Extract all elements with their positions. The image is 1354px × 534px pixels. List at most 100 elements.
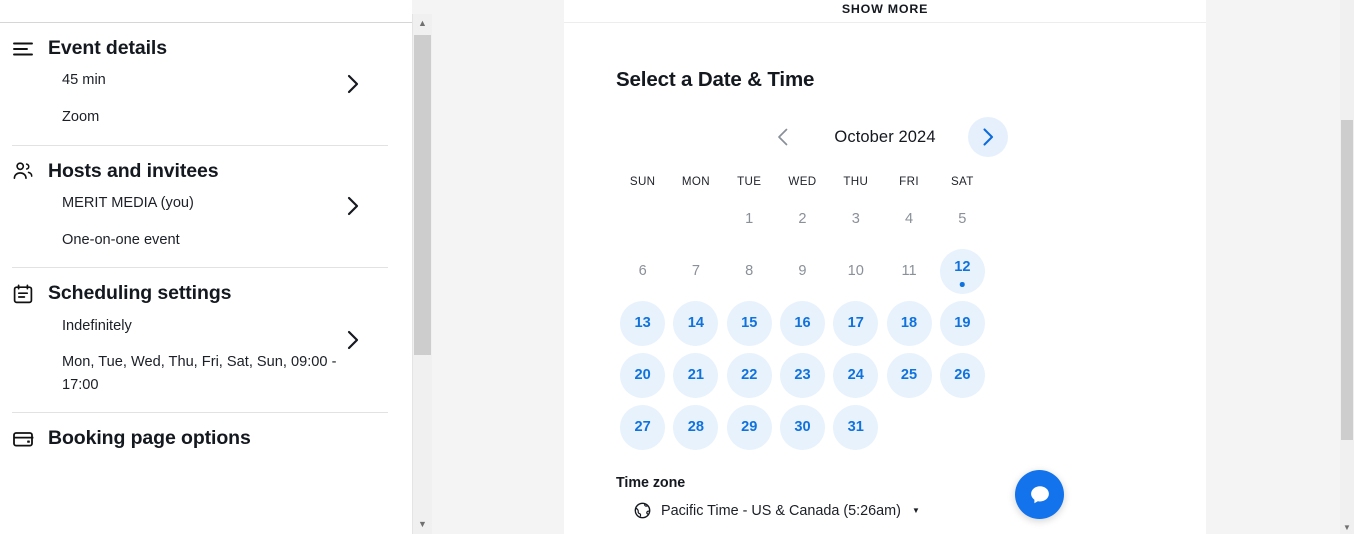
settings-section-detail: MERIT MEDIA (you) <box>62 195 194 211</box>
scroll-down-arrow-icon[interactable]: ▼ <box>413 515 432 534</box>
calendar-day-available[interactable]: 12 <box>939 248 985 294</box>
calendar-day-available[interactable]: 30 <box>779 404 825 450</box>
month-label: October 2024 <box>834 127 936 146</box>
calendar-day-available[interactable]: 16 <box>779 300 825 346</box>
calendar-day-disabled: 3 <box>851 211 860 227</box>
panel-scrollbar-thumb[interactable] <box>414 35 431 355</box>
today-indicator-dot <box>960 282 965 287</box>
settings-section[interactable]: Scheduling settings Indefinitely Mon, Tue,… <box>0 268 412 412</box>
calendar-weeks: 1 2 3 4 5 6 7 8 9 10 11 12 13 14 15 16 17 18 19 20 21 22 23 24 2… <box>616 193 1154 453</box>
calendar-cell: 24 <box>830 349 882 401</box>
calendar-day-available[interactable]: 31 <box>833 404 879 450</box>
timezone-value: Pacific Time - US & Canada (5:26am) <box>661 502 901 519</box>
users-icon <box>12 160 34 182</box>
calendar-cell: 28 <box>670 401 722 453</box>
settings-section-detail: Zoom <box>62 109 100 125</box>
settings-section[interactable]: Hosts and invitees MERIT MEDIA (you) One-o… <box>0 146 412 268</box>
calendar-cell: 18 <box>883 297 935 349</box>
calendar-cell: 4 <box>883 193 935 245</box>
calendar-day-available[interactable]: 29 <box>726 404 772 450</box>
calendar-cell: 22 <box>723 349 775 401</box>
page-title: Select a Date & Time <box>616 68 815 91</box>
timezone-selector[interactable]: Pacific Time - US & Canada (5:26am) ▼ <box>616 502 1154 519</box>
calendar-cell: 14 <box>670 297 722 349</box>
calendar-cell: 27 <box>617 401 669 453</box>
settings-section-header: Booking page options <box>12 427 388 450</box>
calendar-day-disabled: 8 <box>745 263 754 279</box>
calendar-cell: 13 <box>617 297 669 349</box>
calendar-day-disabled: 11 <box>901 263 917 279</box>
window-scrollbar[interactable]: ▼ <box>1340 0 1354 534</box>
calendar-day-disabled: 6 <box>638 263 647 279</box>
calendar-week-row: 20 21 22 23 24 25 26 <box>616 349 1154 401</box>
settings-section-detail: Mon, Tue, Wed, Thu, Fri, Sat, Sun, 09:00… <box>62 354 337 393</box>
settings-section-row[interactable]: Booking page options <box>12 413 388 475</box>
calendar-day-available[interactable]: 14 <box>673 300 719 346</box>
open-section-chevron[interactable] <box>342 73 364 95</box>
settings-section-row[interactable]: Scheduling settings Indefinitely Mon, Tue,… <box>12 268 388 412</box>
calendar-cell: 16 <box>777 297 829 349</box>
card-icon <box>12 428 34 450</box>
calendar-day-header: FRI <box>899 174 919 188</box>
chat-bubble-icon <box>1030 485 1049 503</box>
calendar-cell: 6 <box>617 245 669 297</box>
event-settings-panel: Event details 45 min Zoom Hosts and invitee… <box>0 0 412 534</box>
open-section-chevron[interactable] <box>342 195 364 217</box>
open-section-chevron[interactable] <box>342 329 364 351</box>
calendar-day-available[interactable]: 26 <box>939 352 985 398</box>
previous-month-button[interactable] <box>762 117 802 157</box>
calendar-cell: 1 <box>723 193 775 245</box>
settings-section-title: Booking page options <box>48 427 251 450</box>
calendar-cell: 2 <box>777 193 829 245</box>
calendar-cell: 30 <box>777 401 829 453</box>
calendar-day-disabled: 10 <box>847 263 864 279</box>
show-more-bar: SHOW MORE <box>564 0 1206 23</box>
calendar-cell: 21 <box>670 349 722 401</box>
calendar-cell: 20 <box>617 349 669 401</box>
calendar-day-available[interactable]: 25 <box>886 352 932 398</box>
settings-section-row[interactable]: Hosts and invitees MERIT MEDIA (you) One-o… <box>12 146 388 268</box>
settings-section[interactable]: Booking page options <box>0 413 412 475</box>
calendar-day-disabled: 7 <box>691 263 700 279</box>
calendar-cell: 29 <box>723 401 775 453</box>
calendar-day-available[interactable]: 21 <box>673 352 719 398</box>
calendar-cell: 7 <box>670 245 722 297</box>
panel-scrollbar[interactable]: ▲ ▼ <box>412 14 432 534</box>
chat-widget-button[interactable] <box>1015 470 1064 519</box>
calendar-cell: 26 <box>937 349 989 401</box>
settings-section[interactable]: Event details 45 min Zoom <box>0 23 412 145</box>
calendar-day-header: WED <box>788 174 817 188</box>
calendar-cell: 3 <box>830 193 882 245</box>
timezone-section: Time zone Pacific Time - US & Canada (5:… <box>616 475 1154 519</box>
calendar-day-available[interactable]: 15 <box>726 300 772 346</box>
calendar-day-header: TUE <box>737 174 762 188</box>
calendar-day-available[interactable]: 28 <box>673 404 719 450</box>
calendar-day-number: 12 <box>954 259 971 275</box>
calendar-day-headers: SUN MON TUE WED THU FRI SAT <box>616 169 1154 193</box>
calendar-cell: 19 <box>937 297 989 349</box>
calendar-cell <box>883 401 935 453</box>
calendar-day-available[interactable]: 22 <box>726 352 772 398</box>
calendar-day-header: SAT <box>950 174 974 188</box>
calendar-day-available[interactable]: 13 <box>620 300 666 346</box>
calendar-day-available[interactable]: 17 <box>833 300 879 346</box>
scroll-up-arrow-icon[interactable]: ▲ <box>413 14 432 33</box>
list-icon <box>12 38 34 60</box>
calendar-cell: 10 <box>830 245 882 297</box>
calendar-week-row: 13 14 15 16 17 18 19 <box>616 297 1154 349</box>
calendar-day-available[interactable]: 18 <box>886 300 932 346</box>
window-scrollbar-thumb[interactable] <box>1341 120 1353 440</box>
calendar-day-available[interactable]: 23 <box>779 352 825 398</box>
calendar-cell: 17 <box>830 297 882 349</box>
calendar-day-available[interactable]: 27 <box>620 404 666 450</box>
calendar-day-available[interactable]: 19 <box>939 300 985 346</box>
calendar-cell: 15 <box>723 297 775 349</box>
calendar-day-available[interactable]: 20 <box>620 352 666 398</box>
calendar-cell: 8 <box>723 245 775 297</box>
settings-section-row[interactable]: Event details 45 min Zoom <box>12 23 388 145</box>
window-scroll-down-arrow-icon[interactable]: ▼ <box>1340 520 1354 534</box>
calendar-cell: 23 <box>777 349 829 401</box>
show-more-link[interactable]: SHOW MORE <box>842 2 928 16</box>
calendar-day-available[interactable]: 24 <box>833 352 879 398</box>
next-month-button[interactable] <box>968 117 1008 157</box>
